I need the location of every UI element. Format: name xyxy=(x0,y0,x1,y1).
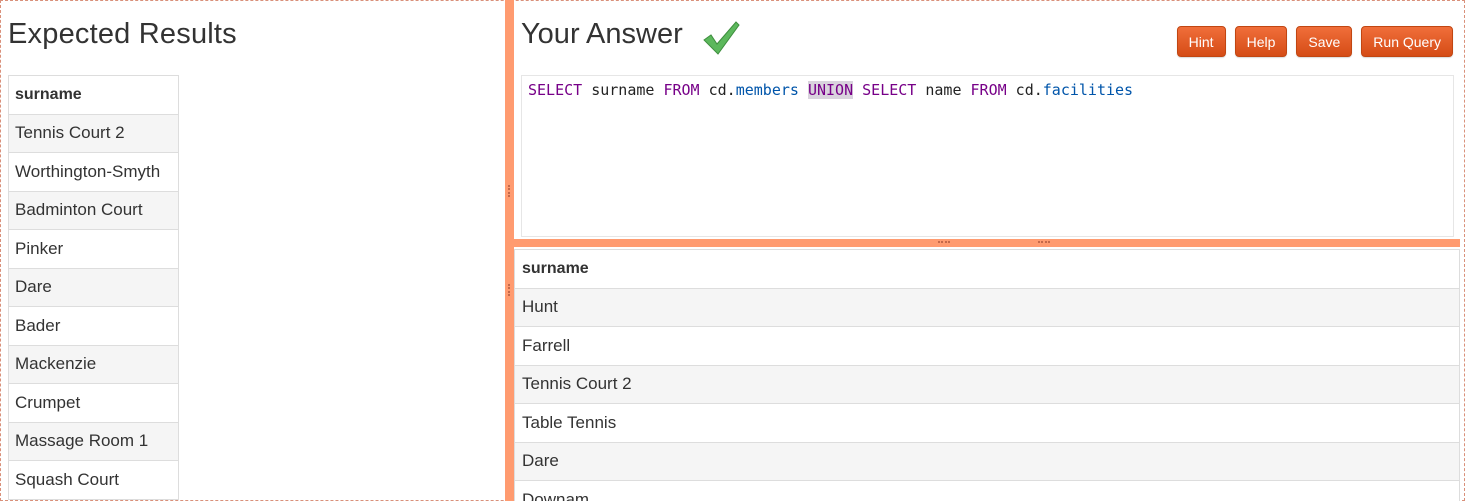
your-answer-title: Your Answer xyxy=(521,18,683,50)
table-cell: Pinker xyxy=(8,229,179,268)
table-cell: Massage Room 1 xyxy=(8,421,179,461)
table-cell: Hunt xyxy=(514,287,1460,327)
table-cell: Badminton Court xyxy=(8,190,179,230)
table-row: Tennis Court 2 xyxy=(514,364,1460,404)
sql-property: facilities xyxy=(1042,81,1134,99)
table-row: Dare xyxy=(8,267,179,307)
table-row: Table Tennis xyxy=(514,403,1460,442)
table-cell: Tennis Court 2 xyxy=(514,364,1460,404)
table-cell: Downam xyxy=(514,480,1460,501)
splitter-grip-icon xyxy=(508,185,510,197)
table-cell: Dare xyxy=(8,267,179,307)
expected-results-pane: Expected Results surname Tennis Court 2 … xyxy=(0,0,505,501)
sql-keyword: FROM xyxy=(663,81,700,99)
table-header-row: surname xyxy=(8,75,179,114)
column-header-surname: surname xyxy=(514,249,1460,288)
run-query-button[interactable]: Run Query xyxy=(1361,26,1453,57)
sql-text: cd. xyxy=(699,81,736,99)
table-row: Pinker xyxy=(8,229,179,268)
table-row: Tennis Court 2 xyxy=(8,113,179,153)
table-row: Hunt xyxy=(514,287,1460,327)
table-cell: Crumpet xyxy=(8,383,179,422)
save-button[interactable]: Save xyxy=(1296,26,1353,57)
sql-keyword: FROM xyxy=(970,81,1007,99)
table-cell: Tennis Court 2 xyxy=(8,113,179,153)
help-button[interactable]: Help xyxy=(1234,26,1288,57)
table-row: Mackenzie xyxy=(8,344,179,384)
table-row: Downam xyxy=(514,480,1460,501)
expected-results-table: surname Tennis Court 2 Worthington-Smyth… xyxy=(8,75,179,500)
table-cell: Squash Court xyxy=(8,460,179,499)
sql-keyword: SELECT xyxy=(862,81,917,99)
table-row: Bader xyxy=(8,306,179,345)
table-row: Massage Room 1 xyxy=(8,421,179,461)
table-row: Farrell xyxy=(514,326,1460,365)
table-cell: Table Tennis xyxy=(514,403,1460,442)
sql-keyword-highlighted: UNION xyxy=(807,81,854,99)
table-header-row: surname xyxy=(514,249,1460,288)
table-cell: Worthington-Smyth xyxy=(8,152,179,191)
sql-editor[interactable]: SELECT surname FROM cd.members UNION SEL… xyxy=(521,75,1454,237)
table-row: Squash Court xyxy=(8,460,179,499)
vertical-pane-splitter[interactable] xyxy=(505,0,514,501)
table-cell: Mackenzie xyxy=(8,344,179,384)
table-row: Worthington-Smyth xyxy=(8,152,179,191)
query-toolbar: Hint Help Save Run Query xyxy=(1176,26,1453,57)
sql-text: surname xyxy=(582,81,664,99)
sql-text: name xyxy=(916,81,971,99)
sql-property: members xyxy=(735,81,799,99)
table-cell: Bader xyxy=(8,306,179,345)
table-cell: Dare xyxy=(514,441,1460,481)
checkmark-icon xyxy=(703,21,740,55)
splitter-grip-icon xyxy=(508,284,510,296)
table-row: Crumpet xyxy=(8,383,179,422)
your-answer-pane: Your Answer Hint Help Save Run Query SEL… xyxy=(514,0,1465,501)
sql-text: cd. xyxy=(1006,81,1043,99)
expected-results-title: Expected Results xyxy=(8,18,237,50)
splitter-grip-icon xyxy=(1038,241,1050,243)
query-results-table: surname Hunt Farrell Tennis Court 2 Tabl… xyxy=(514,249,1460,501)
splitter-grip-icon xyxy=(938,241,950,243)
hint-button[interactable]: Hint xyxy=(1176,26,1226,57)
table-cell: Farrell xyxy=(514,326,1460,365)
column-header-surname: surname xyxy=(8,75,179,114)
table-row: Badminton Court xyxy=(8,190,179,230)
sql-keyword: SELECT xyxy=(528,81,583,99)
horizontal-pane-splitter[interactable] xyxy=(514,239,1460,247)
table-row: Dare xyxy=(514,441,1460,481)
